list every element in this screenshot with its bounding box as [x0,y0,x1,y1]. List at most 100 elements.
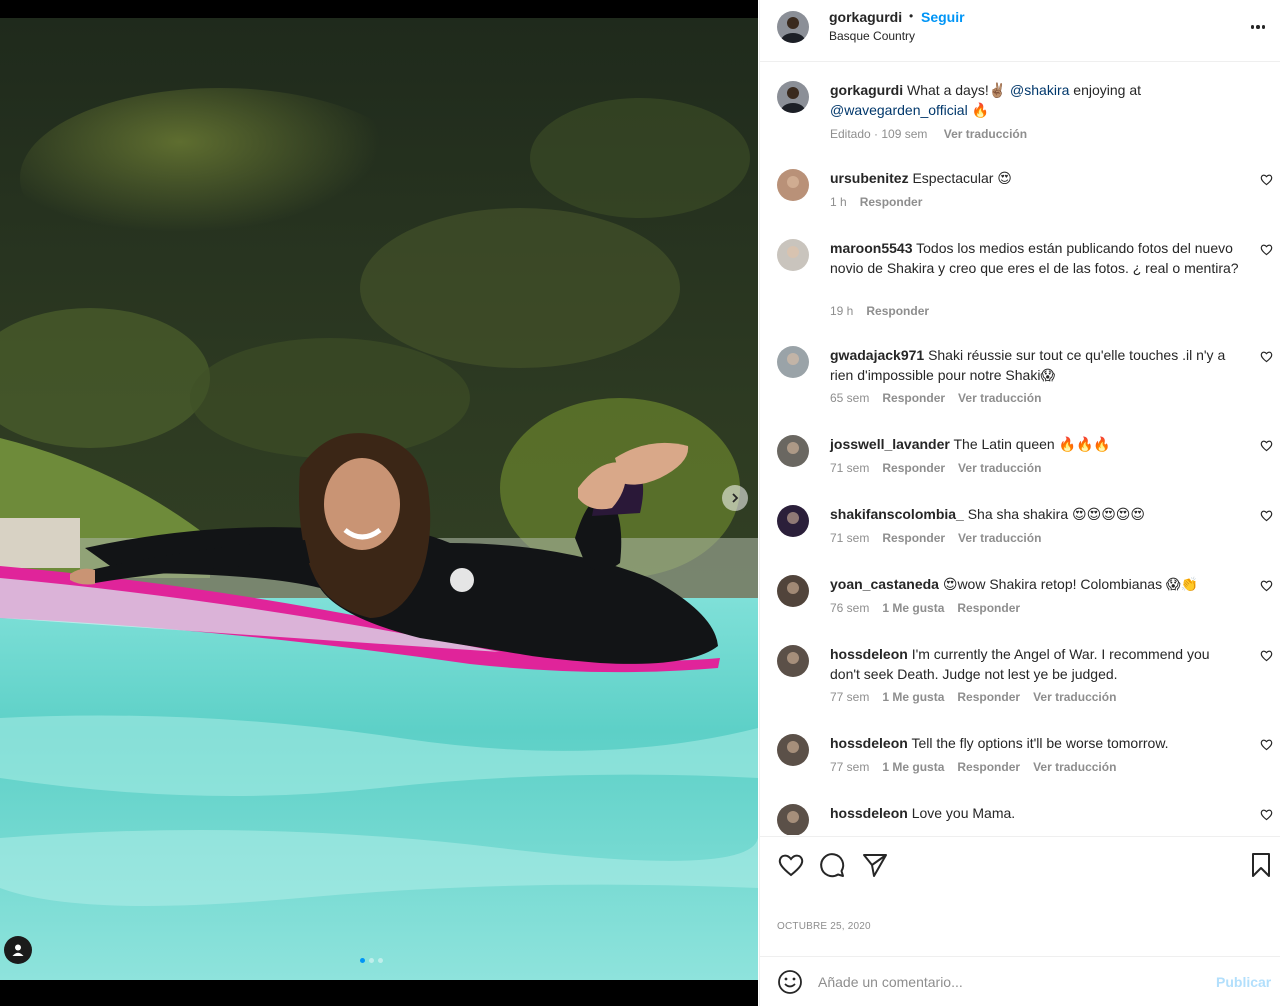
avatar[interactable] [777,575,809,607]
comment-time: 77 sem [830,690,870,704]
comment-text: hossdeleon I'm currently the Angel of Wa… [830,645,1242,684]
emoji-icon[interactable] [777,969,803,995]
send-icon[interactable] [861,851,889,879]
comment-time: 65 sem [830,391,870,405]
comment-text: maroon5543 Todos los medios están public… [830,239,1242,278]
follow-button[interactable]: Seguir [921,9,965,25]
comment-meta: 76 sem 1 Me gusta Responder [830,601,1033,615]
reply-button[interactable]: Responder [957,760,1020,774]
header-separator: • [909,9,914,23]
post-header: gorkagurdi • Seguir Basque Country [760,0,1280,62]
avatar[interactable] [777,435,809,467]
reply-button[interactable]: Responder [866,304,929,318]
comment: maroon5543 Todos los medios están public… [760,239,1280,324]
see-translation-link[interactable]: Ver traducción [958,531,1041,545]
post-date: OCTUBRE 25, 2020 [777,921,871,932]
comment-username[interactable]: hossdeleon [830,646,908,662]
see-translation-link[interactable]: Ver traducción [1033,690,1116,704]
comment: yoan_castaneda 😍wow Shakira retop! Colom… [760,575,1280,621]
comment-body: Tell the fly options it'll be worse tomo… [911,735,1169,751]
avatar[interactable] [777,11,809,43]
caption: gorkagurdi What a days!✌🏽 @shakira enjoy… [760,81,1280,145]
comment-time: 71 sem [830,460,870,475]
more-options-button[interactable] [1247,16,1269,38]
carousel-dot [369,958,374,963]
comment: hossdeleon Tell the fly options it'll be… [760,734,1280,780]
carousel-dot [378,958,383,963]
chevron-right-icon [732,493,739,503]
comment-body: Love you Mama. [911,805,1016,821]
bookmark-icon[interactable] [1247,851,1275,879]
comment: ursubenitez Espectacular 😍 1 h Responder [760,169,1280,215]
tagged-users-button[interactable] [4,936,32,964]
comment-likes[interactable]: 1 Me gusta [882,601,944,615]
post-photo [0,18,758,980]
caption-username[interactable]: gorkagurdi [830,82,903,98]
avatar[interactable] [777,169,809,201]
caption-text-middle: enjoying at [1073,82,1141,98]
comment-time: 1 h [830,194,847,209]
avatar[interactable] [777,734,809,766]
reply-button[interactable]: Responder [882,391,945,405]
like-comment-icon[interactable] [1260,738,1273,751]
caption-text: gorkagurdi What a days!✌🏽 @shakira enjoy… [830,81,1242,120]
like-comment-icon[interactable] [1260,243,1273,256]
avatar[interactable] [777,346,809,378]
like-comment-icon[interactable] [1260,439,1273,452]
like-comment-icon[interactable] [1260,173,1273,186]
caption-meta: Editado · 109 sem Ver traducción [830,127,1040,141]
comment-text: josswell_lavander The Latin queen 🔥🔥🔥 [830,435,1242,455]
see-translation-link[interactable]: Ver traducción [958,391,1041,405]
avatar[interactable] [777,505,809,537]
reply-button[interactable]: Responder [882,461,945,475]
avatar[interactable] [777,81,809,113]
like-comment-icon[interactable] [1260,579,1273,592]
mention-link[interactable]: @wavegarden_official [830,102,968,118]
avatar[interactable] [777,804,809,835]
like-comment-icon[interactable] [1260,649,1273,662]
comment-text: gwadajack971 Shaki réussie sur tout ce q… [830,346,1242,385]
comment-meta: 71 sem Responder Ver traducción [830,461,1054,475]
comment-text: hossdeleon Tell the fly options it'll be… [830,734,1242,754]
post-author-username[interactable]: gorkagurdi [829,9,902,25]
post-location[interactable]: Basque Country [829,29,915,43]
like-comment-icon[interactable] [1260,808,1273,821]
see-translation-link[interactable]: Ver traducción [958,461,1041,475]
comment-username[interactable]: hossdeleon [830,735,908,751]
carousel-next-button[interactable] [722,485,748,511]
more-horizontal-icon-dot [1261,25,1266,29]
comment-username[interactable]: ursubenitez [830,170,909,186]
mention-link[interactable]: @shakira [1010,82,1069,98]
post-side-panel: gorkagurdi • Seguir Basque Country gorka… [759,0,1280,1006]
reply-button[interactable]: Responder [882,531,945,545]
carousel-indicator [360,958,383,963]
comment-username[interactable]: yoan_castaneda [830,576,939,592]
reply-button[interactable]: Responder [957,601,1020,615]
comment-username[interactable]: shakifanscolombia_ [830,506,964,522]
heart-icon[interactable] [777,851,805,879]
reply-button[interactable]: Responder [957,690,1020,704]
comment: gwadajack971 Shaki réussie sur tout ce q… [760,346,1280,411]
comment-input[interactable] [818,970,1198,994]
comment-likes[interactable]: 1 Me gusta [882,760,944,774]
post-comment-button[interactable]: Publicar [1216,974,1271,990]
comment-time: 76 sem [830,600,870,615]
like-comment-icon[interactable] [1260,350,1273,363]
reply-button[interactable]: Responder [860,195,923,209]
comment-time: 19 h [830,303,854,318]
like-comment-icon[interactable] [1260,509,1273,522]
comment-username[interactable]: hossdeleon [830,805,908,821]
comment-body: The Latin queen 🔥🔥🔥 [953,436,1111,452]
comment-body: Espectacular 😍 [912,170,1012,186]
avatar[interactable] [777,645,809,677]
avatar[interactable] [777,239,809,271]
comments-list[interactable]: gorkagurdi What a days!✌🏽 @shakira enjoy… [760,63,1280,835]
comment-icon[interactable] [818,851,846,879]
comment-likes[interactable]: 1 Me gusta [882,690,944,704]
caption-text-end: 🔥 [971,101,990,118]
comment-username[interactable]: maroon5543 [830,240,912,256]
see-translation-link[interactable]: Ver traducción [1033,760,1116,774]
comment-username[interactable]: josswell_lavander [830,436,950,452]
comment-username[interactable]: gwadajack971 [830,347,924,363]
see-translation-link[interactable]: Ver traducción [944,127,1027,141]
